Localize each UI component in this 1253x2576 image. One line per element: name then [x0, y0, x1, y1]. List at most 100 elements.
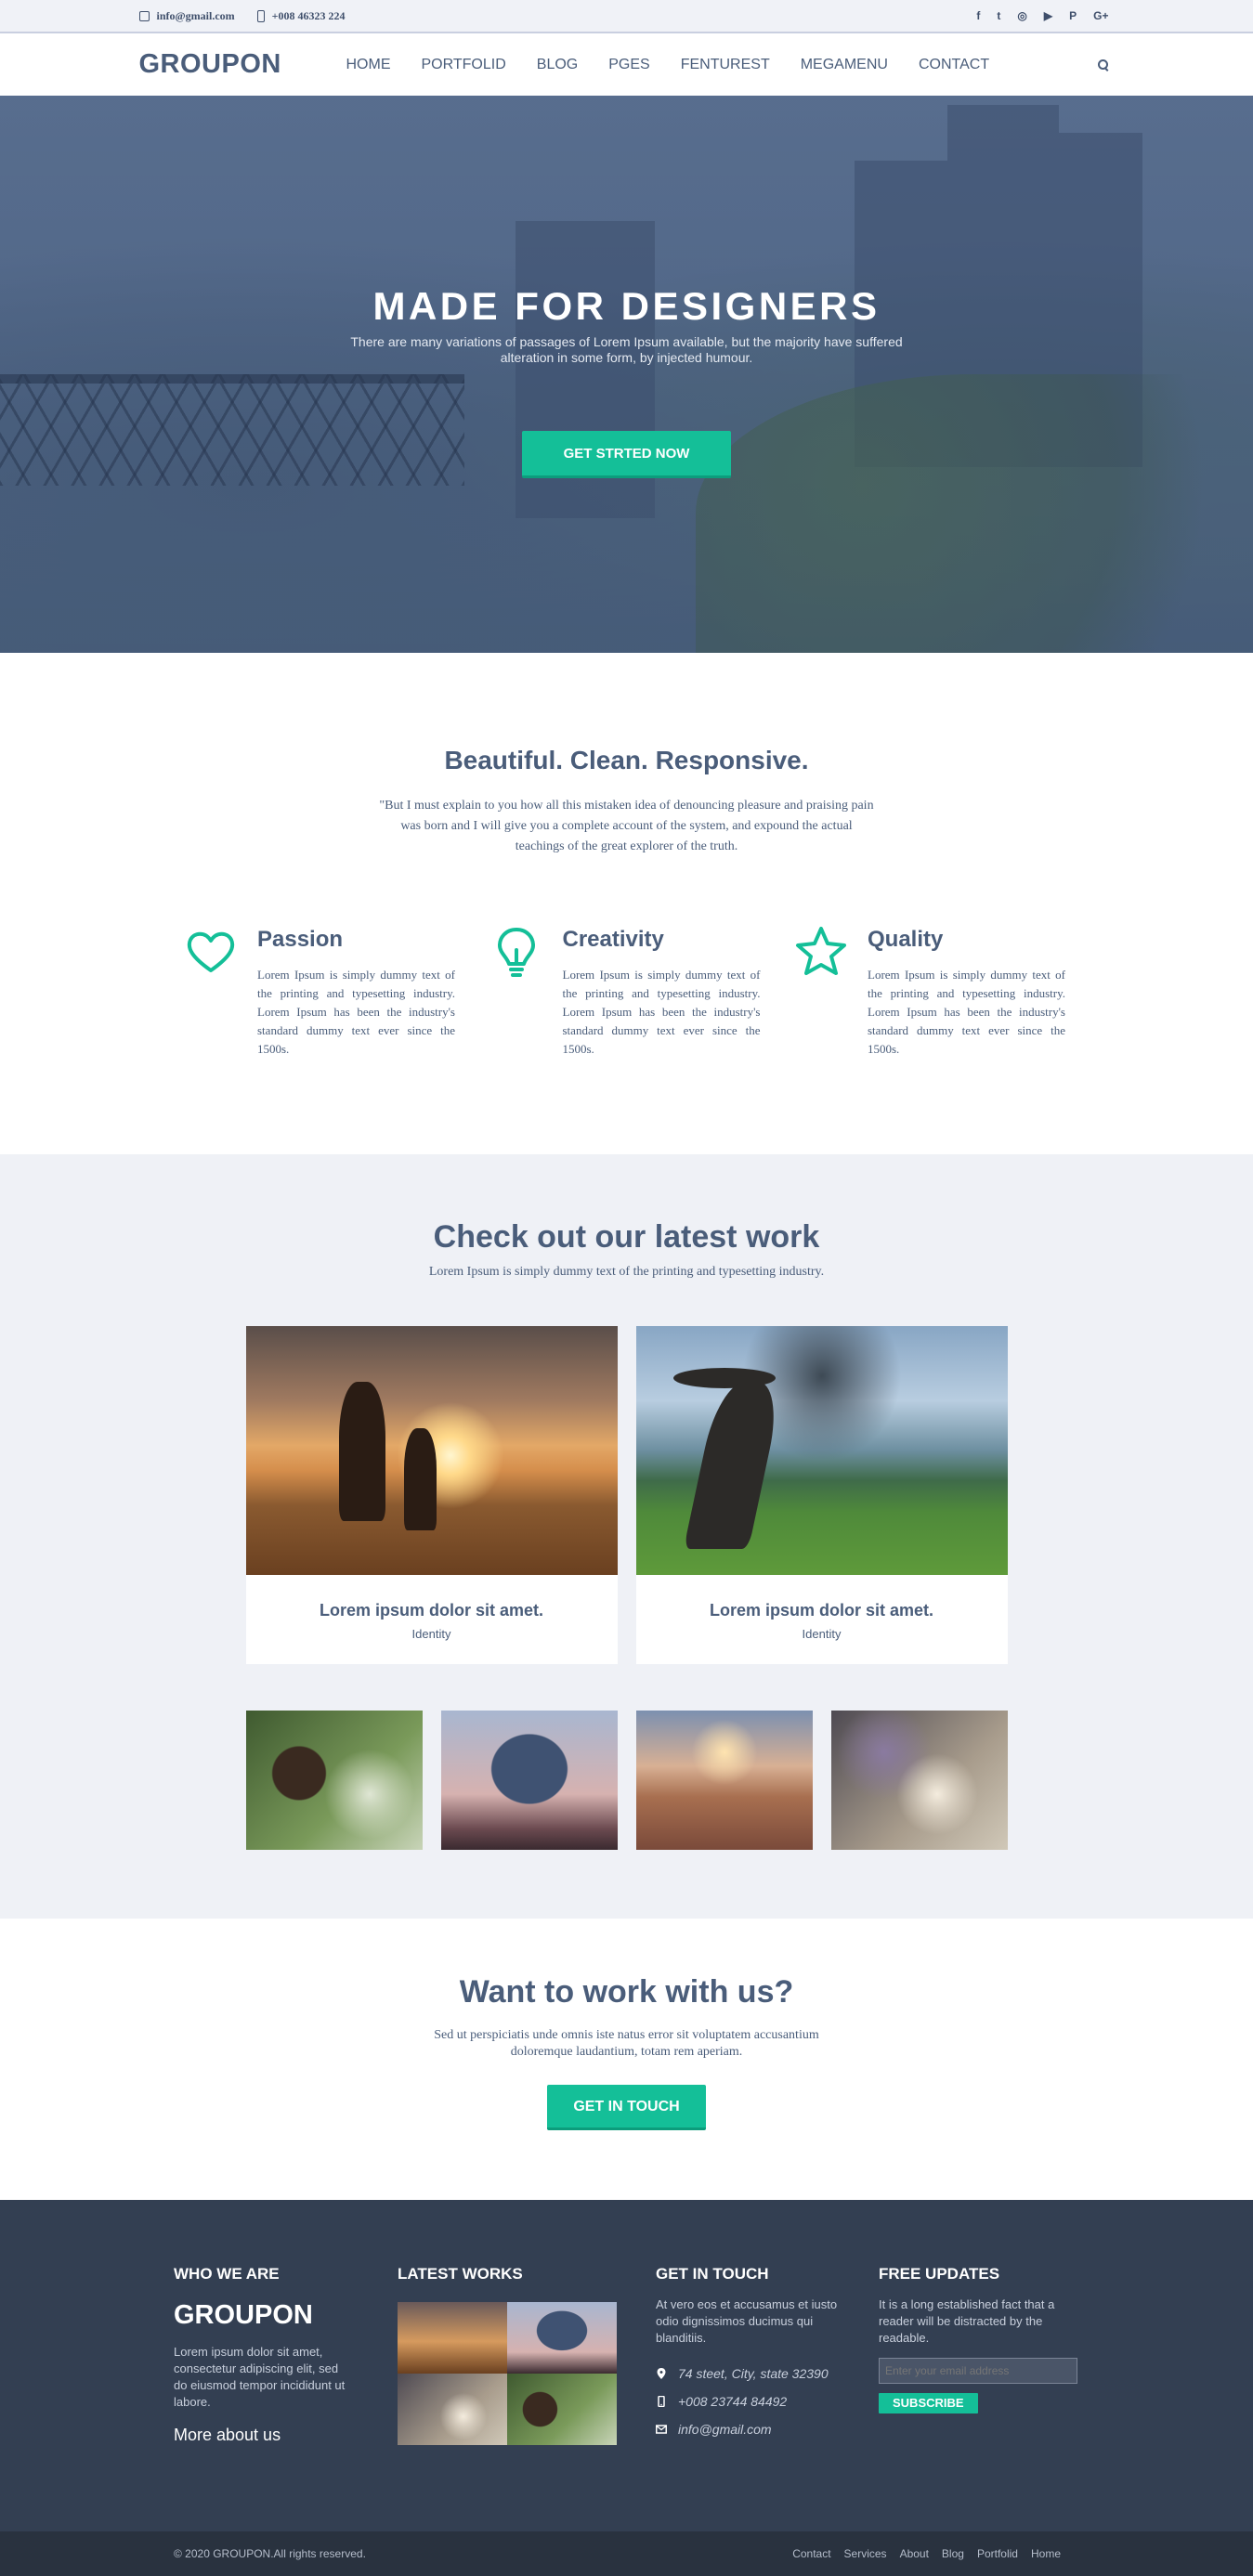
work-card[interactable]: Lorem ipsum dolor sit amet. Identity: [245, 1326, 618, 1664]
footer-link-services[interactable]: Services: [844, 2547, 887, 2560]
work-subtitle: Lorem Ipsum is simply dummy text of the …: [428, 1265, 825, 1279]
features-intro: "But I must explain to you how all this …: [379, 799, 874, 853]
feature-creativity: Creativity Lorem Ipsum is simply dummy t…: [489, 924, 765, 1059]
star-icon: [793, 924, 849, 980]
footer-get-in-touch: GET IN TOUCH At vero eos et accusamus et…: [656, 2265, 879, 2445]
nav-item-features[interactable]: FENTUREST: [681, 57, 770, 73]
nav-item-portfolio[interactable]: PORTFOLID: [422, 57, 506, 73]
footer-heading: WHO WE ARE: [174, 2265, 280, 2283]
map-pin-icon: [657, 2368, 666, 2379]
contact-phone[interactable]: +008 23744 84492: [656, 2387, 879, 2415]
work-thumbnail[interactable]: [245, 1711, 423, 1850]
image-figure: [338, 1382, 385, 1521]
contact-email-text: info@gmail.com: [678, 2422, 772, 2437]
phone-icon: [256, 9, 265, 22]
envelope-icon: [656, 2425, 667, 2434]
work-card[interactable]: Lorem ipsum dolor sit amet. Identity: [635, 1326, 1008, 1664]
work-card-tag: Identity: [411, 1627, 451, 1641]
footer-latest-works: LATEST WORKS: [398, 2265, 656, 2445]
latest-work-thumb[interactable]: [507, 2374, 617, 2445]
site-logo[interactable]: GROUPON: [139, 49, 346, 80]
topbar-email[interactable]: info@gmail.com: [138, 8, 235, 23]
copyright-text: © 2020 GROUPON.All rights reserved.: [174, 2547, 366, 2560]
feature-text: Lorem Ipsum is simply dummy text of the …: [868, 968, 1065, 1056]
work-thumbnail[interactable]: [830, 1711, 1008, 1850]
cta-title: Want to work with us?: [459, 1974, 794, 2010]
latest-work-thumb[interactable]: [507, 2302, 617, 2374]
work-thumbnail[interactable]: [635, 1711, 813, 1850]
nav-item-contact[interactable]: CONTACT: [919, 57, 989, 73]
footer-heading: LATEST WORKS: [398, 2265, 523, 2283]
nav-item-megamenu[interactable]: MEGAMENU: [801, 57, 888, 73]
topbar-phone[interactable]: +008 46323 224: [256, 8, 346, 23]
footer-about-text: Lorem ipsum dolor sit amet, consectetur …: [174, 2345, 346, 2409]
twitter-icon[interactable]: t: [997, 9, 1000, 22]
footer-heading: GET IN TOUCH: [656, 2265, 769, 2283]
feature-quality: Quality Lorem Ipsum is simply dummy text…: [793, 924, 1070, 1059]
footer-logo[interactable]: GROUPON: [174, 2300, 398, 2331]
subscribe-button[interactable]: SUBSCRIBE: [879, 2393, 978, 2413]
feature-title: Quality: [868, 927, 944, 952]
cta-text: Sed ut perspiciatis unde omnis iste natu…: [434, 2028, 819, 2059]
phone-icon: [658, 2396, 665, 2407]
google-plus-icon[interactable]: G+: [1093, 9, 1108, 22]
latest-work-section: Check out our latest work Lorem Ipsum is…: [0, 1154, 1253, 1919]
work-image-warrior: [635, 1326, 1008, 1575]
cta-section: Want to work with us? Sed ut perspiciati…: [0, 1919, 1253, 2200]
feature-text: Lorem Ipsum is simply dummy text of the …: [257, 968, 455, 1056]
pinterest-icon[interactable]: P: [1069, 9, 1077, 22]
footer: WHO WE ARE GROUPON Lorem ipsum dolor sit…: [0, 2200, 1253, 2531]
footer-link-contact[interactable]: Contact: [792, 2547, 830, 2560]
nav-item-home[interactable]: HOME: [346, 57, 391, 73]
topbar-email-text: info@gmail.com: [156, 8, 235, 22]
topbar-phone-text: +008 46323 224: [271, 8, 346, 22]
contact-phone-text: +008 23744 84492: [678, 2394, 788, 2409]
footer-link-portfolio[interactable]: Portfolid: [977, 2547, 1018, 2560]
get-in-touch-button[interactable]: GET IN TOUCH: [547, 2085, 706, 2130]
nav-menu: HOME PORTFOLID BLOG PGES FENTUREST MEGAM…: [346, 57, 990, 73]
work-thumbnail[interactable]: [440, 1711, 618, 1850]
contact-email[interactable]: info@gmail.com: [656, 2415, 879, 2443]
search-icon[interactable]: [1097, 59, 1109, 71]
image-figure: [683, 1382, 784, 1549]
footer-updates-text: It is a long established fact that a rea…: [879, 2297, 1055, 2345]
work-title: Check out our latest work: [433, 1219, 820, 1255]
contact-address: 74 steet, City, state 32390: [656, 2360, 879, 2387]
youtube-icon[interactable]: ▶: [1044, 9, 1052, 22]
get-started-button[interactable]: GET STRTED NOW: [522, 431, 731, 478]
contact-address-text: 74 steet, City, state 32390: [678, 2366, 829, 2381]
social-links: f t ◎ ▶ P G+: [976, 9, 1108, 22]
copyright-bar: © 2020 GROUPON.All rights reserved. Cont…: [0, 2531, 1253, 2576]
lightbulb-icon: [489, 924, 544, 980]
envelope-icon: [138, 10, 150, 21]
facebook-icon[interactable]: f: [976, 9, 980, 22]
hero-text: There are many variations of passages of…: [350, 334, 903, 365]
footer-links: Contact Services About Blog Portfolid Ho…: [792, 2547, 1061, 2560]
main-nav: GROUPON HOME PORTFOLID BLOG PGES FENTURE…: [0, 33, 1253, 96]
hero-banner: MADE FOR DESIGNERS There are many variat…: [0, 96, 1253, 653]
footer-heading: FREE UPDATES: [879, 2265, 1000, 2283]
image-figure: [403, 1428, 437, 1530]
feature-title: Passion: [257, 927, 344, 952]
hero-title: MADE FOR DESIGNERS: [372, 284, 881, 328]
footer-link-blog[interactable]: Blog: [942, 2547, 964, 2560]
footer-touch-text: At vero eos et accusamus et iusto odio d…: [656, 2297, 838, 2345]
latest-work-thumb[interactable]: [398, 2374, 507, 2445]
top-bar: info@gmail.com +008 46323 224 f t ◎ ▶ P …: [0, 0, 1253, 33]
features-title: Beautiful. Clean. Responsive.: [444, 746, 809, 774]
heart-icon: [183, 924, 239, 980]
work-image-sunset: [245, 1326, 618, 1575]
more-about-us-link[interactable]: More about us: [174, 2426, 398, 2445]
work-card-tag: Identity: [802, 1627, 842, 1641]
nav-item-pages[interactable]: PGES: [608, 57, 649, 73]
instagram-icon[interactable]: ◎: [1017, 9, 1026, 22]
nav-item-blog[interactable]: BLOG: [537, 57, 578, 73]
newsletter-email-input[interactable]: [879, 2358, 1077, 2384]
footer-link-home[interactable]: Home: [1031, 2547, 1061, 2560]
footer-link-about[interactable]: About: [900, 2547, 929, 2560]
feature-title: Creativity: [562, 927, 664, 952]
feature-text: Lorem Ipsum is simply dummy text of the …: [562, 968, 761, 1056]
work-card-title: Lorem ipsum dolor sit amet.: [709, 1601, 934, 1620]
work-card-title: Lorem ipsum dolor sit amet.: [319, 1601, 544, 1620]
latest-work-thumb[interactable]: [398, 2302, 507, 2374]
